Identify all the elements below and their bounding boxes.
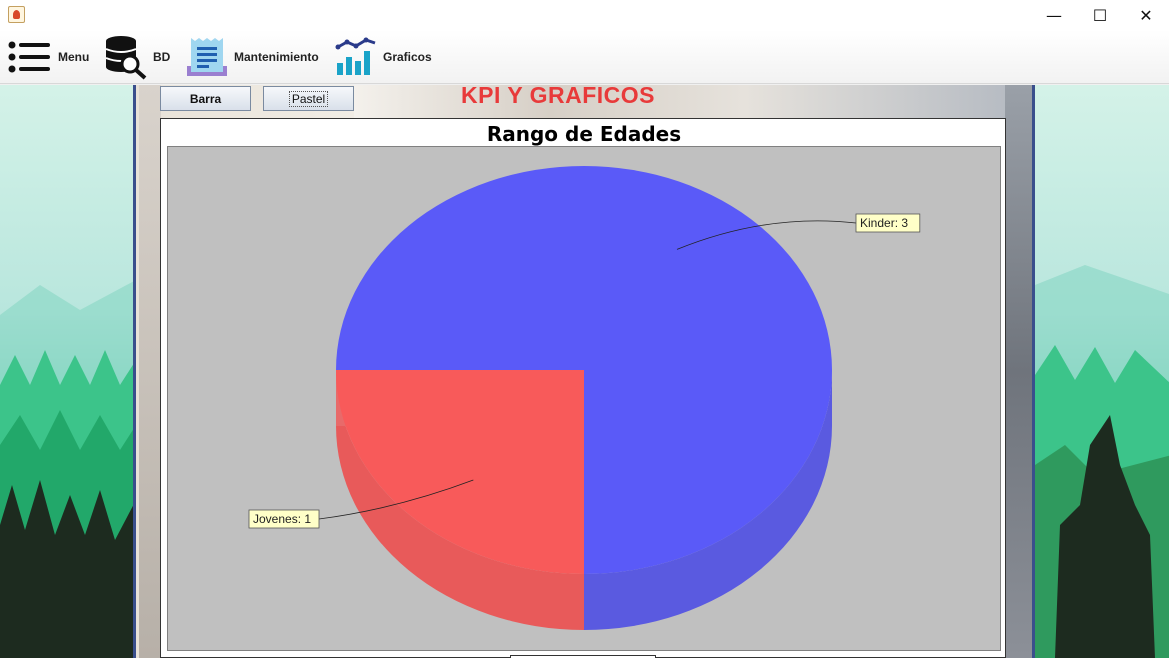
menu-bar: Menu BD Mantenimiento Graficos — [0, 30, 1169, 84]
menu-item-label: Graficos — [383, 50, 432, 64]
chart-icon — [335, 37, 376, 75]
plot-area: Kinder: 3 Jovenes: 1 — [167, 146, 1001, 651]
menu-item-menu[interactable]: Menu — [8, 30, 89, 84]
background-strip-right — [1005, 85, 1032, 658]
data-label-kinder: Kinder: 3 — [860, 216, 908, 230]
pie-slice-jovenes — [336, 370, 584, 574]
title-bar: — ☐ ✕ — [0, 0, 1169, 30]
menu-item-graficos[interactable]: Graficos — [335, 30, 432, 84]
pastel-button-label: Pastel — [288, 90, 329, 107]
forest-panel-right — [1032, 85, 1169, 658]
forest-panel-left — [0, 85, 136, 658]
background-strip-left — [139, 85, 161, 658]
menu-item-label: Menu — [58, 50, 90, 64]
page-title: KPI Y GRAFICOS — [461, 82, 656, 108]
close-button[interactable]: ✕ — [1123, 0, 1169, 30]
maximize-button[interactable]: ☐ — [1077, 0, 1123, 30]
menu-item-bd[interactable]: BD — [103, 30, 170, 84]
application-window: — ☐ ✕ Menu BD Mantenimiento Graficos Bar… — [0, 0, 1169, 658]
menu-item-mantenimiento[interactable]: Mantenimiento — [186, 30, 319, 84]
barra-button[interactable]: Barra — [160, 86, 251, 111]
list-icon — [8, 41, 50, 73]
document-icon — [187, 38, 227, 76]
data-label-jovenes: Jovenes: 1 — [253, 512, 311, 526]
database-search-icon — [105, 36, 147, 80]
minimize-button[interactable]: — — [1031, 0, 1077, 30]
background-photo-strip — [354, 85, 1005, 118]
forest-illustration — [1035, 265, 1169, 658]
pie-chart: Kinder: 3 Jovenes: 1 — [248, 166, 921, 630]
menu-item-label: BD — [153, 50, 171, 64]
chart-panel: Rango de Edades Kinder: 3 Jovenes: 1 — [160, 118, 1006, 658]
java-app-icon — [8, 6, 25, 23]
chart-title: Rango de Edades — [486, 122, 682, 146]
pastel-button[interactable]: Pastel — [263, 86, 354, 111]
menu-item-label: Mantenimiento — [234, 50, 319, 64]
forest-illustration — [0, 281, 133, 658]
